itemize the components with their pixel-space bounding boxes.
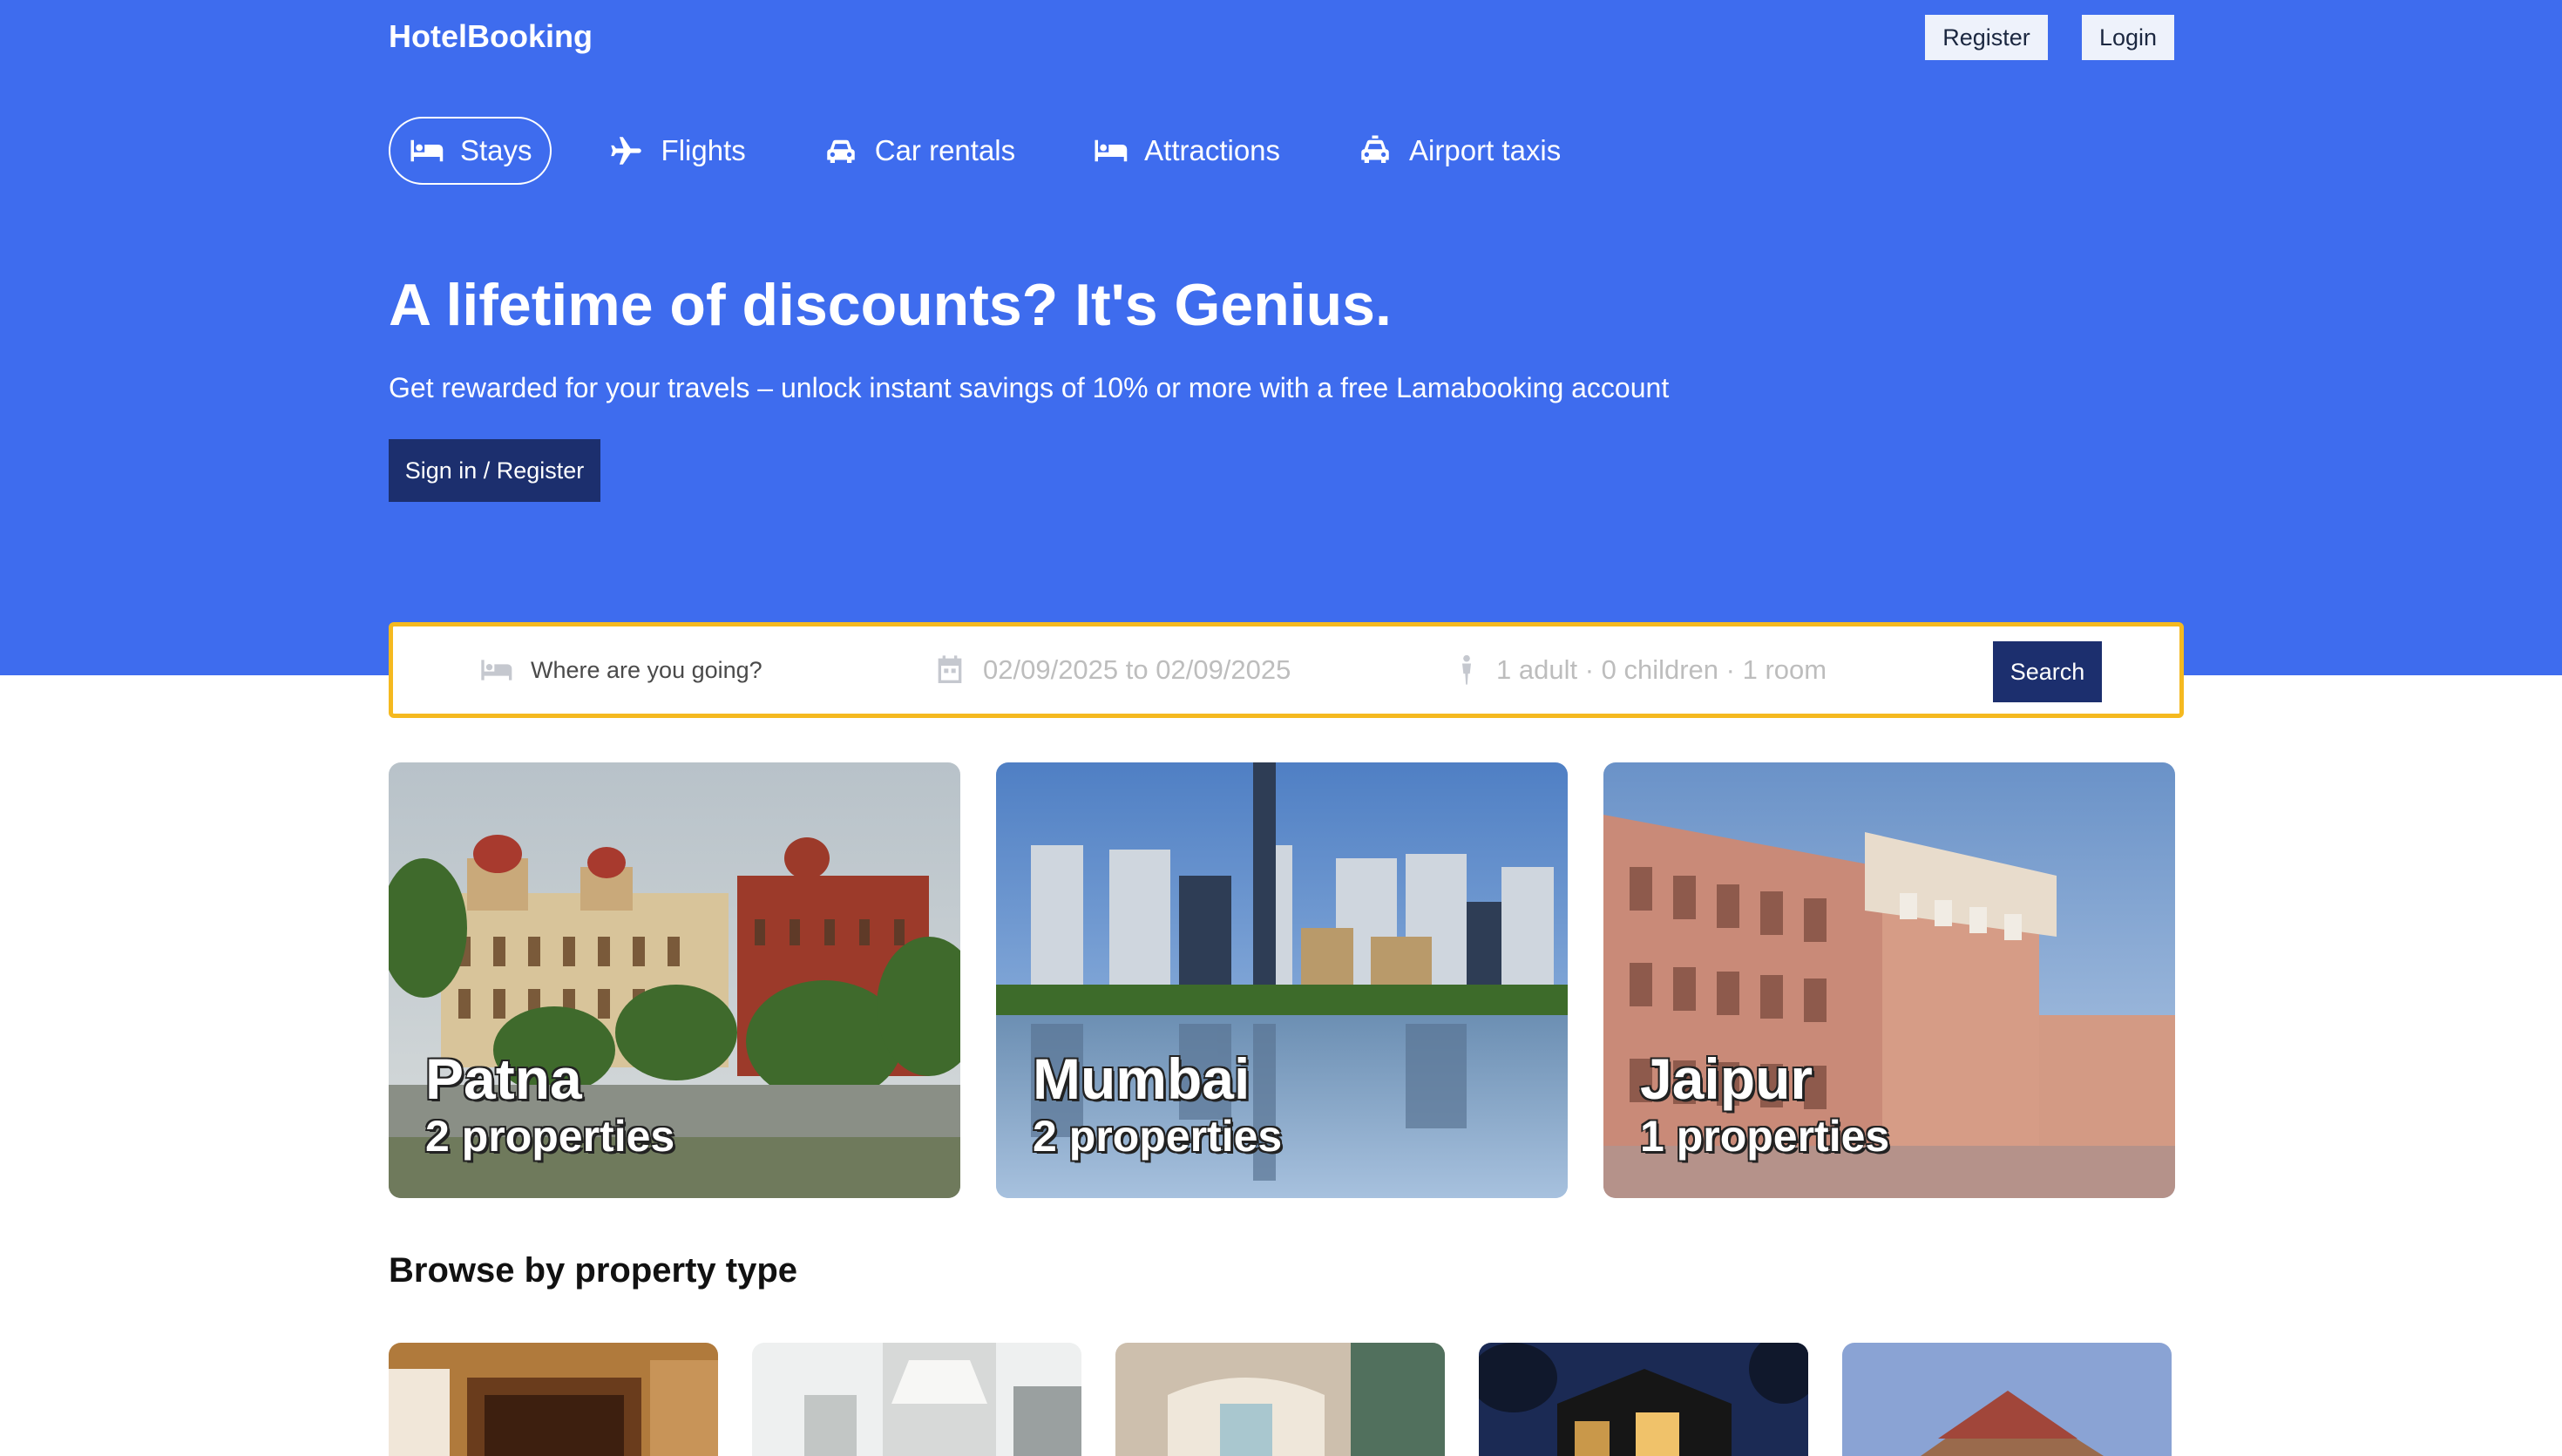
city-caption: Patna 2 properties (425, 1047, 674, 1162)
tab-stays[interactable]: Stays (389, 117, 552, 185)
hero-subtitle: Get rewarded for your travels – unlock i… (389, 372, 1670, 403)
bed-icon (481, 660, 512, 681)
bed-icon (1092, 132, 1128, 169)
car-icon (823, 132, 859, 169)
tab-attractions[interactable]: Attractions (1073, 117, 1299, 185)
tab-label: Airport taxis (1409, 134, 1562, 166)
property-type-card-resort[interactable] (1115, 1343, 1445, 1456)
search-bar: 02/09/2025 to 02/09/2025 1 adult · 0 chi… (389, 622, 2184, 718)
cabin-image (1842, 1343, 2172, 1456)
hotel-image (389, 1343, 718, 1456)
person-icon (1462, 654, 1471, 685)
login-button[interactable]: Login (2082, 15, 2174, 60)
city-card-patna[interactable]: Patna 2 properties (389, 762, 960, 1198)
section-title-property-types: Browse by property type (389, 1251, 798, 1290)
brand-logo[interactable]: HotelBooking (389, 17, 593, 56)
apartment-image (752, 1343, 1081, 1456)
destination-field[interactable] (478, 626, 864, 714)
featured-cities: Patna 2 properties Mumbai 2 properties J… (389, 762, 2175, 1198)
villa-image (1479, 1343, 1808, 1456)
guests-field[interactable]: 1 adult · 0 children · 1 room (1449, 626, 1827, 714)
sign-in-register-button[interactable]: Sign in / Register (389, 439, 600, 502)
plane-icon (609, 132, 646, 169)
nav-tabs: Stays Flights Car rentals Attractions Ai… (389, 115, 1618, 186)
city-name: Mumbai (1033, 1046, 1250, 1111)
calendar-icon (938, 655, 962, 683)
city-card-jaipur[interactable]: Jaipur 1 properties (1603, 762, 2175, 1198)
city-name: Jaipur (1640, 1046, 1813, 1111)
property-count: 2 properties (1033, 1112, 1283, 1161)
tab-airport-taxis[interactable]: Airport taxis (1338, 117, 1580, 185)
resort-image (1115, 1343, 1445, 1456)
guests-text: 1 adult · 0 children · 1 room (1496, 654, 1827, 685)
taxi-icon (1357, 132, 1393, 169)
search-button[interactable]: Search (1993, 641, 2102, 702)
date-range-text: 02/09/2025 to 02/09/2025 (983, 654, 1291, 685)
tab-label: Flights (661, 134, 746, 166)
tab-car-rentals[interactable]: Car rentals (803, 117, 1034, 185)
destination-input[interactable] (529, 655, 864, 685)
register-button[interactable]: Register (1925, 15, 2048, 60)
city-card-mumbai[interactable]: Mumbai 2 properties (996, 762, 1568, 1198)
property-type-card-villa[interactable] (1479, 1343, 1808, 1456)
city-caption: Mumbai 2 properties (1033, 1047, 1282, 1162)
property-type-card-cabin[interactable] (1842, 1343, 2172, 1456)
date-range-field[interactable]: 02/09/2025 to 02/09/2025 (932, 626, 1291, 714)
city-name: Patna (425, 1046, 582, 1111)
tab-flights[interactable]: Flights (590, 117, 765, 185)
property-type-list (389, 1343, 2175, 1456)
property-type-card-apartment[interactable] (752, 1343, 1081, 1456)
property-count: 1 properties (1640, 1112, 1890, 1161)
tab-label: Attractions (1144, 134, 1281, 166)
property-type-card-hotel[interactable] (389, 1343, 718, 1456)
tab-label: Car rentals (874, 134, 1016, 166)
tab-label: Stays (460, 134, 532, 166)
city-caption: Jaipur 1 properties (1640, 1047, 1889, 1162)
bed-icon (408, 132, 444, 169)
property-count: 2 properties (425, 1112, 675, 1161)
hero-title: A lifetime of discounts? It's Genius. (389, 272, 1392, 338)
